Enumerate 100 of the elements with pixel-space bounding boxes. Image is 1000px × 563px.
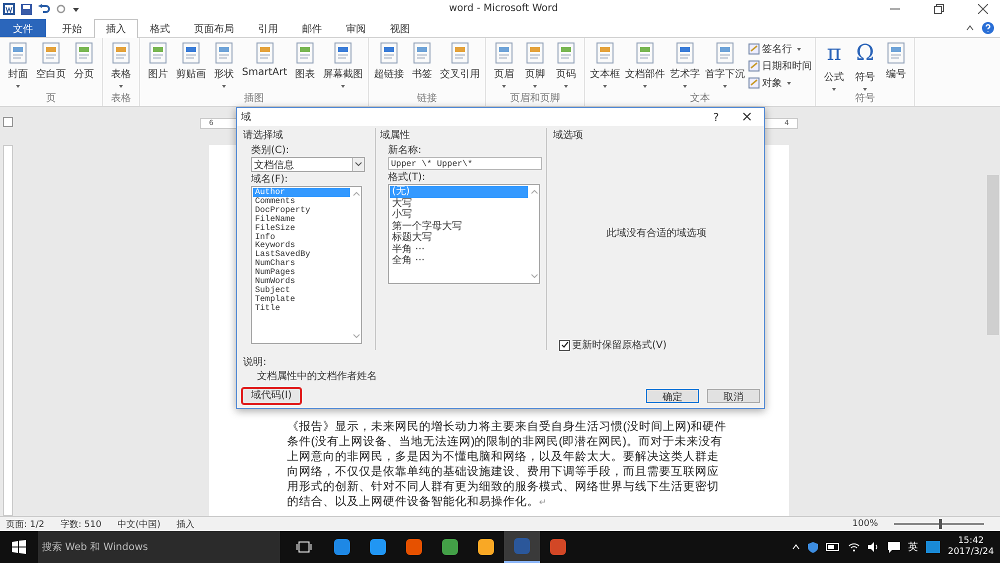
ribbon-tab[interactable]: 格式: [138, 19, 182, 37]
dialog-title: 域: [241, 110, 251, 124]
ribbon-button[interactable]: Ω 符号: [850, 40, 880, 93]
list-item[interactable]: NumChars: [253, 259, 350, 268]
list-item[interactable]: Template: [253, 294, 350, 304]
new-name-field[interactable]: Upper \* Upper\*: [388, 157, 542, 170]
ribbon-tab[interactable]: 引用: [246, 19, 290, 37]
checkbox-label[interactable]: 更新时保留原格式(V): [572, 338, 667, 352]
field-codes-button[interactable]: 域代码(I): [241, 387, 302, 405]
ribbon-tab[interactable]: 文件: [0, 19, 46, 37]
ribbon-button[interactable]: 剪贴画: [174, 40, 208, 93]
taskbar-app[interactable]: [504, 531, 540, 563]
ribbon-button[interactable]: 页码: [551, 40, 582, 93]
list-item[interactable]: Comments: [253, 196, 350, 206]
ribbon-button[interactable]: 对象: [748, 76, 812, 90]
list-item[interactable]: 全角 ···: [390, 255, 528, 266]
chevron-up-icon[interactable]: [792, 544, 800, 550]
app-icon[interactable]: [405, 538, 423, 556]
list-item[interactable]: FileSize: [253, 224, 350, 233]
task-view-icon[interactable]: [296, 541, 312, 553]
ribbon-button[interactable]: 签名行: [748, 42, 812, 56]
app-icon[interactable]: [369, 538, 387, 556]
ribbon-tab[interactable]: 审阅: [334, 19, 378, 37]
restore-icon[interactable]: [934, 4, 944, 14]
windows-logo-icon[interactable]: [12, 540, 26, 554]
list-item[interactable]: 半角 ···: [390, 244, 528, 255]
list-item[interactable]: Keywords: [253, 241, 350, 250]
clock[interactable]: 15:42 2017/3/24: [948, 536, 994, 558]
ribbon-button[interactable]: 艺术字: [668, 40, 702, 93]
list-item[interactable]: Title: [253, 304, 350, 313]
close-icon[interactable]: [978, 4, 988, 14]
ribbon-button[interactable]: 图片: [143, 40, 173, 93]
list-item[interactable]: Subject: [253, 286, 350, 295]
app-icon[interactable]: [477, 538, 495, 556]
ribbon-button[interactable]: 日期和时间: [748, 59, 812, 73]
shield-icon[interactable]: [808, 542, 818, 552]
message-icon[interactable]: [888, 542, 900, 552]
group-label: 表格: [110, 93, 132, 106]
ribbon-button[interactable]: 编号: [881, 40, 912, 93]
ribbon-button[interactable]: 分页: [69, 40, 99, 93]
ribbon-tab[interactable]: 视图: [378, 19, 422, 37]
ribbon-tab[interactable]: 页面布局: [182, 19, 246, 37]
ok-button[interactable]: 确定: [646, 389, 699, 403]
list-item[interactable]: DocProperty: [253, 206, 350, 215]
app-icon[interactable]: [441, 538, 459, 556]
ribbon-button[interactable]: 形状: [209, 40, 239, 93]
ribbon-button[interactable]: SmartArt: [240, 40, 290, 93]
input-method[interactable]: 英: [908, 540, 918, 554]
status-item[interactable]: 插入: [176, 518, 194, 530]
list-item[interactable]: FileName: [253, 214, 350, 224]
ribbon-button[interactable]: 文本框: [588, 40, 622, 93]
help-icon[interactable]: [982, 22, 994, 34]
field-label: 域名(F):: [251, 172, 289, 186]
app-icon[interactable]: [549, 538, 567, 556]
ribbon-tab[interactable]: 邮件: [290, 19, 334, 37]
status-item[interactable]: 页面: 1/2: [6, 518, 44, 530]
wifi-icon[interactable]: [848, 542, 860, 552]
ribbon-button[interactable]: 页眉: [489, 40, 520, 93]
battery-icon[interactable]: [826, 543, 840, 551]
list-item[interactable]: 大写: [390, 198, 528, 209]
list-item[interactable]: Info: [253, 232, 350, 242]
list-item[interactable]: 第一个字母大写: [390, 220, 528, 232]
list-item[interactable]: 小写: [390, 209, 528, 220]
category-dropdown[interactable]: 文档信息: [251, 157, 365, 172]
ribbon-button[interactable]: 空白页: [34, 40, 68, 93]
checkbox[interactable]: [559, 340, 570, 350]
cancel-button[interactable]: 取消: [706, 389, 760, 403]
ribbon-button[interactable]: 封面: [3, 40, 33, 93]
tab-selector[interactable]: [3, 117, 13, 127]
ribbon-button[interactable]: 首字下沉: [703, 40, 748, 93]
ribbon-tab[interactable]: 开始: [50, 19, 94, 37]
ribbon-button[interactable]: π 公式: [819, 40, 850, 93]
ribbon-button[interactable]: 表格: [106, 40, 136, 93]
ribbon-button[interactable]: 图表: [290, 40, 320, 93]
word-logo-icon[interactable]: [3, 3, 15, 15]
ribbon-button[interactable]: 页脚: [520, 40, 550, 93]
status-item[interactable]: 字数: 510: [60, 518, 102, 530]
ribbon-tab[interactable]: 插入: [94, 19, 138, 38]
list-item[interactable]: NumWords: [253, 277, 350, 286]
collapse-ribbon-icon[interactable]: [966, 24, 974, 30]
speaker-icon[interactable]: [868, 542, 880, 552]
pencil-icon: [748, 60, 760, 72]
ribbon-button[interactable]: 交叉引用: [438, 40, 482, 93]
save-icon[interactable]: [21, 4, 32, 14]
ribbon-button[interactable]: 书签: [407, 40, 438, 93]
ribbon-button[interactable]: 屏幕截图: [321, 40, 366, 93]
zoom-level[interactable]: 100%: [852, 519, 878, 529]
close-button[interactable]: ×: [730, 109, 764, 125]
ribbon-button[interactable]: 文档部件: [623, 40, 668, 93]
ribbon-button[interactable]: 超链接: [372, 40, 406, 93]
customize-caret-icon[interactable]: [72, 5, 80, 13]
help-button[interactable]: ?: [702, 110, 730, 124]
search-field[interactable]: 搜索 Web 和 Windows: [38, 531, 280, 563]
list-item[interactable]: NumPages: [253, 268, 350, 278]
undo-icon[interactable]: [38, 4, 50, 14]
app-icon[interactable]: [333, 538, 351, 556]
window-title: word - Microsoft Word: [449, 3, 558, 14]
status-item[interactable]: 中文(中国): [117, 518, 160, 530]
list-item[interactable]: LastSavedBy: [253, 250, 350, 260]
list-item[interactable]: 标题大写: [390, 232, 528, 244]
